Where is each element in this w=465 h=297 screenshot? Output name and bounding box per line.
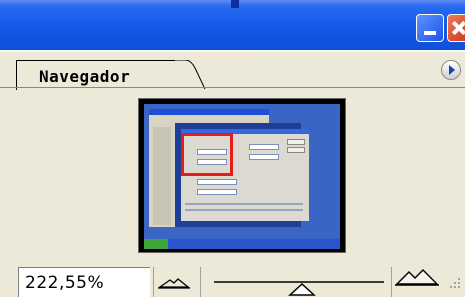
zoom-bar-divider bbox=[391, 267, 392, 297]
panel-top-rule bbox=[0, 50, 465, 52]
thumbnail-row bbox=[185, 209, 303, 211]
tab-navegador-label: Navegador bbox=[39, 67, 131, 86]
thumbnail-field bbox=[197, 189, 237, 195]
window-titlebar bbox=[0, 0, 465, 50]
titlebar-mark bbox=[231, 0, 239, 8]
zoom-slider[interactable] bbox=[210, 268, 388, 297]
panel-menu-arrow-icon[interactable] bbox=[441, 60, 461, 80]
thumbnail-start-button bbox=[144, 239, 168, 249]
thumbnail-button bbox=[287, 147, 305, 153]
thumbnail-button bbox=[287, 139, 305, 145]
zoom-bar-divider bbox=[153, 267, 154, 297]
zoom-in-mountain-icon[interactable] bbox=[393, 264, 441, 292]
thumbnail-taskbar bbox=[144, 239, 340, 249]
tab-navegador[interactable]: Navegador bbox=[16, 60, 180, 90]
thumbnail-field bbox=[249, 144, 279, 150]
zoom-slider-thumb-icon bbox=[288, 282, 316, 296]
thumbnail-field bbox=[249, 154, 279, 160]
thumbnail-field bbox=[197, 179, 237, 185]
resize-grip-icon[interactable] bbox=[447, 275, 463, 293]
view-proxy-box[interactable] bbox=[181, 133, 233, 176]
minimize-icon[interactable] bbox=[416, 14, 444, 42]
thumbnail-window-titlebar bbox=[149, 109, 269, 115]
close-icon[interactable] bbox=[447, 14, 465, 42]
zoom-percentage-input[interactable]: 222,55% bbox=[18, 267, 150, 297]
zoom-out-mountain-icon[interactable] bbox=[156, 270, 194, 294]
thumbnail-toolbox bbox=[153, 127, 171, 225]
navigator-thumbnail[interactable] bbox=[138, 98, 346, 253]
zoom-bar-divider bbox=[200, 267, 201, 297]
tab-strip-baseline bbox=[0, 87, 465, 88]
zoom-percentage-value: 222,55% bbox=[25, 273, 105, 293]
thumbnail-row bbox=[185, 203, 303, 205]
tab-edge bbox=[175, 60, 206, 90]
